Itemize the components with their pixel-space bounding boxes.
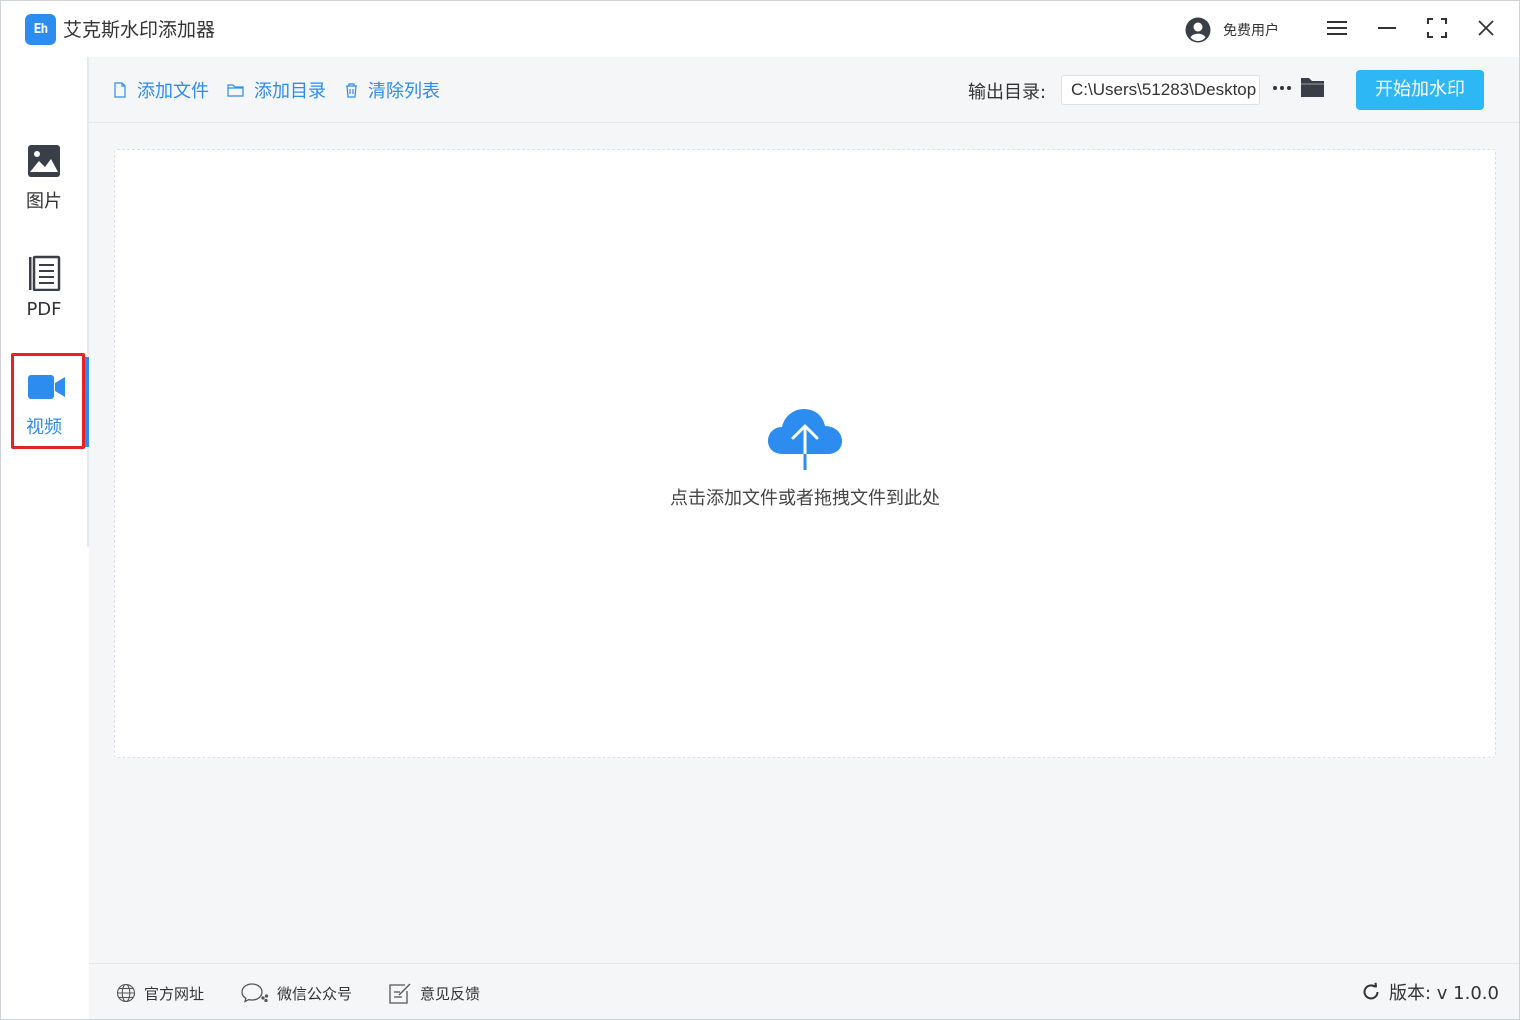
close-icon xyxy=(1478,20,1494,36)
feedback-link[interactable]: 意见反馈 xyxy=(388,981,480,1005)
add-file-label: 添加文件 xyxy=(137,81,209,102)
sidebar-item-pdf[interactable]: PDF xyxy=(1,255,87,345)
user-label[interactable]: 免费用户 xyxy=(1223,20,1279,40)
more-options-icon[interactable] xyxy=(1271,77,1293,99)
globe-icon xyxy=(116,983,136,1003)
feedback-label: 意见反馈 xyxy=(420,984,481,1003)
version-label: 版本: v 1.0.0 xyxy=(1389,983,1499,1004)
toolbar: 添加文件 添加目录 清除列表 输出目录: C:\Users\51283\Desk… xyxy=(89,57,1519,123)
file-drop-zone[interactable]: 点击添加文件或者拖拽文件到此处 xyxy=(114,149,1496,758)
user-avatar-icon[interactable] xyxy=(1185,17,1211,43)
version-info[interactable]: 版本: v 1.0.0 xyxy=(1361,979,1499,1005)
drop-zone-hint: 点击添加文件或者拖拽文件到此处 xyxy=(670,488,940,509)
folder-outline-icon xyxy=(227,84,244,97)
maximize-button[interactable] xyxy=(1422,13,1452,43)
clear-list-button[interactable]: 清除列表 xyxy=(345,77,440,103)
sidebar-item-label: 图片 xyxy=(26,191,62,212)
main-panel: 添加文件 添加目录 清除列表 输出目录: C:\Users\51283\Desk… xyxy=(89,57,1519,1019)
minimize-icon xyxy=(1378,27,1396,29)
output-directory-label: 输出目录: xyxy=(968,82,1047,103)
add-directory-label: 添加目录 xyxy=(254,81,326,102)
app-logo: Eh xyxy=(25,14,56,45)
file-icon xyxy=(114,82,126,98)
highlight-annotation-box xyxy=(11,353,85,449)
pdf-document-icon xyxy=(29,255,61,291)
maximize-icon xyxy=(1427,18,1447,38)
app-window: Eh 艾克斯水印添加器 免费用户 图片 PDF 视频 添加文件 添加目录 清除列… xyxy=(0,0,1520,1020)
minimize-button[interactable] xyxy=(1372,13,1402,43)
edit-feedback-icon xyxy=(389,983,411,1004)
wechat-account-link[interactable]: 微信公众号 xyxy=(241,981,352,1005)
trash-icon xyxy=(346,82,357,98)
open-folder-icon[interactable] xyxy=(1300,75,1326,99)
title-bar: Eh 艾克斯水印添加器 免费用户 xyxy=(1,1,1519,57)
clear-list-label: 清除列表 xyxy=(368,81,440,102)
output-directory-field[interactable]: C:\Users\51283\Desktop xyxy=(1061,75,1260,105)
start-watermark-button[interactable]: 开始加水印 xyxy=(1356,70,1484,110)
sidebar-item-image[interactable]: 图片 xyxy=(1,143,87,233)
refresh-icon xyxy=(1363,982,1379,1000)
sidebar: 图片 PDF 视频 xyxy=(1,57,89,1019)
add-file-button[interactable]: 添加文件 xyxy=(113,77,209,103)
image-icon xyxy=(28,145,60,177)
app-logo-text: Eh xyxy=(33,22,49,37)
add-directory-button[interactable]: 添加目录 xyxy=(227,77,326,103)
sidebar-item-label: PDF xyxy=(26,299,62,320)
footer: 官方网址 微信公众号 意见反馈 版本: v 1.0.0 xyxy=(89,963,1519,1019)
menu-button[interactable] xyxy=(1322,13,1352,43)
app-title: 艾克斯水印添加器 xyxy=(63,19,216,41)
wechat-bubble-icon xyxy=(241,983,269,1003)
cloud-upload-icon xyxy=(768,409,842,470)
official-website-label: 官方网址 xyxy=(144,984,205,1003)
wechat-account-label: 微信公众号 xyxy=(277,984,353,1003)
official-website-link[interactable]: 官方网址 xyxy=(116,981,204,1005)
close-button[interactable] xyxy=(1471,13,1501,43)
menu-icon xyxy=(1327,21,1347,35)
